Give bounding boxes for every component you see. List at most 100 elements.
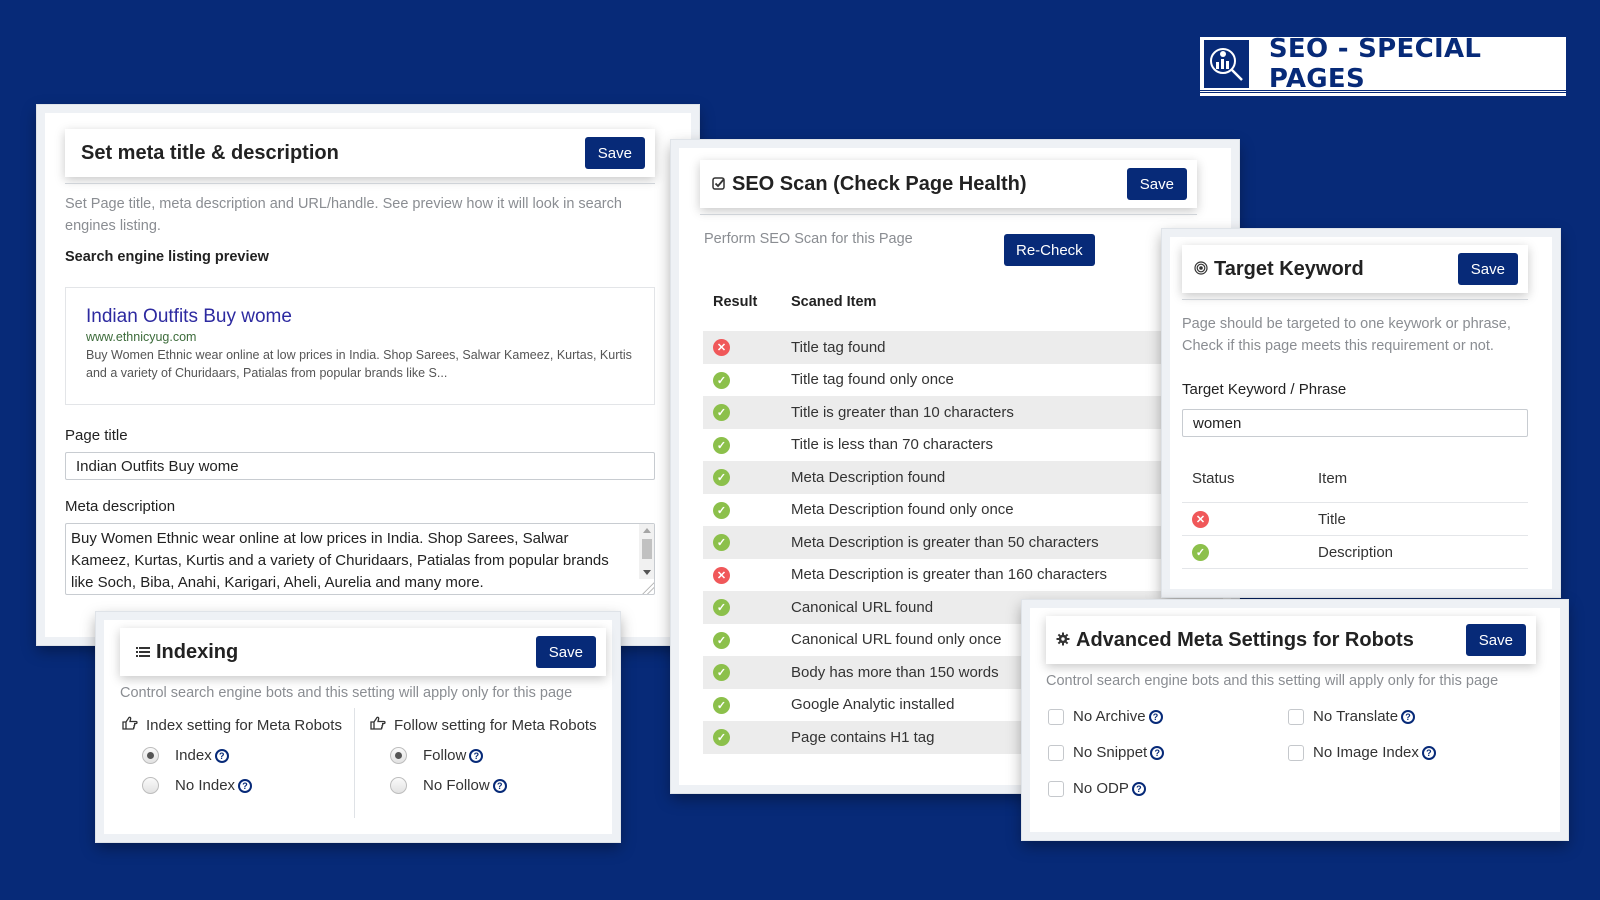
brand-title: SEO - SPECIAL PAGES xyxy=(1268,33,1482,94)
radio-label: No Index xyxy=(175,777,236,794)
target-keyword-label: Target Keyword / Phrase xyxy=(1182,381,1347,398)
result-cell: ✓ xyxy=(703,371,791,389)
scan-row: ✓ Title tag found only once xyxy=(703,364,1223,397)
recheck-button[interactable]: Re-Check xyxy=(1004,234,1095,266)
radio-follow[interactable]: Follow ? xyxy=(390,747,597,764)
option-no-translate[interactable]: No Translate? xyxy=(1288,708,1416,725)
scanned-item: Meta Description found xyxy=(791,468,946,486)
radio-button[interactable] xyxy=(390,777,407,794)
check-circle-icon: ✓ xyxy=(713,501,730,519)
brand-badge: SEO - SPECIAL PAGES xyxy=(1200,33,1566,94)
checkbox[interactable] xyxy=(1048,780,1064,797)
option-no-snippet[interactable]: No Snippet? xyxy=(1048,744,1165,761)
radio-button[interactable] xyxy=(142,747,159,764)
panel-title: Advanced Meta Settings for Robots xyxy=(1076,628,1414,651)
checkbox[interactable] xyxy=(1288,708,1304,725)
save-button[interactable]: Save xyxy=(1126,168,1187,200)
check-circle-icon: ✓ xyxy=(713,729,730,747)
panel-description: Control search engine bots and this sett… xyxy=(120,685,573,701)
checkbox[interactable] xyxy=(1048,708,1064,725)
save-button[interactable]: Save xyxy=(1457,253,1518,285)
help-icon[interactable]: ? xyxy=(1401,709,1416,724)
scan-row: ✓ Title is greater than 10 characters xyxy=(703,396,1223,429)
checkbox[interactable] xyxy=(1288,744,1304,761)
column-header-status: Status xyxy=(1192,470,1235,487)
scanned-item: Meta Description is greater than 160 cha… xyxy=(791,566,1107,584)
radio-label: No Follow xyxy=(423,777,490,794)
preview-title[interactable]: Indian Outfits Buy wome xyxy=(86,306,634,328)
panel-header: Target Keyword Save xyxy=(1182,245,1528,293)
column-header-item: Scaned Item xyxy=(791,294,877,310)
option-no-archive[interactable]: No Archive? xyxy=(1048,708,1163,725)
scanned-item: Title is greater than 10 characters xyxy=(791,403,1014,421)
panel-title: Target Keyword xyxy=(1214,257,1364,280)
result-cell: ✓ xyxy=(703,696,791,714)
follow-setting-group: Follow setting for Meta Robots Follow ? … xyxy=(370,716,597,794)
panel-description: Set Page title, meta description and URL… xyxy=(65,196,622,234)
help-icon[interactable]: ? xyxy=(214,748,229,763)
index-setting-heading: Index setting for Meta Robots xyxy=(146,716,342,734)
panel-header: SEO Scan (Check Page Health) Save xyxy=(700,160,1197,208)
scanned-item: Title tag found only once xyxy=(791,371,954,389)
meta-title-panel: Set meta title & description Save Set Pa… xyxy=(37,105,699,645)
advanced-meta-panel: Advanced Meta Settings for Robots Save C… xyxy=(1022,600,1568,840)
result-cell: ✓ xyxy=(703,533,791,552)
check-circle-icon: ✓ xyxy=(713,371,730,389)
status-cell: ✕ xyxy=(1182,510,1318,528)
save-button[interactable]: Save xyxy=(535,636,596,668)
radio-index[interactable]: Index ? xyxy=(142,747,342,764)
panel-description: Page should be targeted to one keywork o… xyxy=(1182,316,1511,354)
help-icon[interactable]: ? xyxy=(1421,745,1436,760)
help-icon[interactable]: ? xyxy=(238,778,253,793)
option-no-image-index[interactable]: No Image Index? xyxy=(1288,744,1436,761)
search-preview: Indian Outfits Buy wome www.ethnicyug.co… xyxy=(65,287,655,405)
target-keyword-panel: Target Keyword Save Page should be targe… xyxy=(1162,229,1560,597)
seo-analytics-magnifier-icon xyxy=(1204,39,1249,88)
divider xyxy=(1182,299,1528,300)
result-cell: ✓ xyxy=(703,501,791,519)
save-button[interactable]: Save xyxy=(584,137,645,169)
meta-description-textarea[interactable]: Buy Women Ethnic wear online at low pric… xyxy=(65,523,655,595)
scanned-item: Canonical URL found only once xyxy=(791,631,1002,649)
gear-icon xyxy=(1056,629,1070,652)
help-icon[interactable]: ? xyxy=(492,778,507,793)
target-keyword-input[interactable] xyxy=(1182,409,1528,437)
option-label: No Translate xyxy=(1313,708,1399,725)
radio-no-index[interactable]: No Index ? xyxy=(142,777,342,794)
result-cell: ✓ xyxy=(703,468,791,487)
item-cell: Title xyxy=(1318,510,1346,528)
index-setting-group: Index setting for Meta Robots Index ? No… xyxy=(122,716,342,794)
radio-button[interactable] xyxy=(390,747,407,764)
result-cell: ✓ xyxy=(703,728,791,747)
help-icon[interactable]: ? xyxy=(1131,781,1146,796)
meta-description-label: Meta description xyxy=(65,498,176,515)
textarea-scrollbar[interactable] xyxy=(639,524,654,579)
radio-no-follow[interactable]: No Follow ? xyxy=(390,777,597,794)
scroll-up-icon[interactable] xyxy=(643,528,651,533)
help-icon[interactable]: ? xyxy=(469,748,484,763)
keyword-row: ✓ Description xyxy=(1182,536,1528,569)
checkbox[interactable] xyxy=(1048,744,1064,761)
resize-handle-icon[interactable] xyxy=(642,582,654,594)
help-icon[interactable]: ? xyxy=(1150,745,1165,760)
scanned-item: Meta Description is greater than 50 char… xyxy=(791,533,1099,551)
preview-url: www.ethnicyug.com xyxy=(86,330,197,344)
save-button[interactable]: Save xyxy=(1465,624,1526,656)
table-header: Status Item xyxy=(1182,455,1528,503)
status-cell: ✓ xyxy=(1182,543,1318,561)
scroll-down-icon[interactable] xyxy=(643,570,651,575)
page-title-input[interactable] xyxy=(65,452,655,480)
radio-button[interactable] xyxy=(142,777,159,794)
scan-row: ✓ Title is less than 70 characters xyxy=(703,429,1223,462)
panel-description: Perform SEO Scan for this Page xyxy=(704,231,913,247)
scanned-item: Google Analytic installed xyxy=(791,696,955,714)
follow-setting-heading: Follow setting for Meta Robots xyxy=(394,716,597,734)
panel-header: Advanced Meta Settings for Robots Save xyxy=(1046,616,1536,664)
option-no-odp[interactable]: No ODP? xyxy=(1048,780,1146,797)
panel-title: SEO Scan (Check Page Health) xyxy=(732,172,1027,195)
checkbox-checked-icon xyxy=(712,173,726,196)
help-icon[interactable]: ? xyxy=(1148,709,1163,724)
result-cell: ✓ xyxy=(703,598,791,617)
scroll-thumb[interactable] xyxy=(642,539,652,559)
check-circle-icon: ✓ xyxy=(713,664,730,682)
